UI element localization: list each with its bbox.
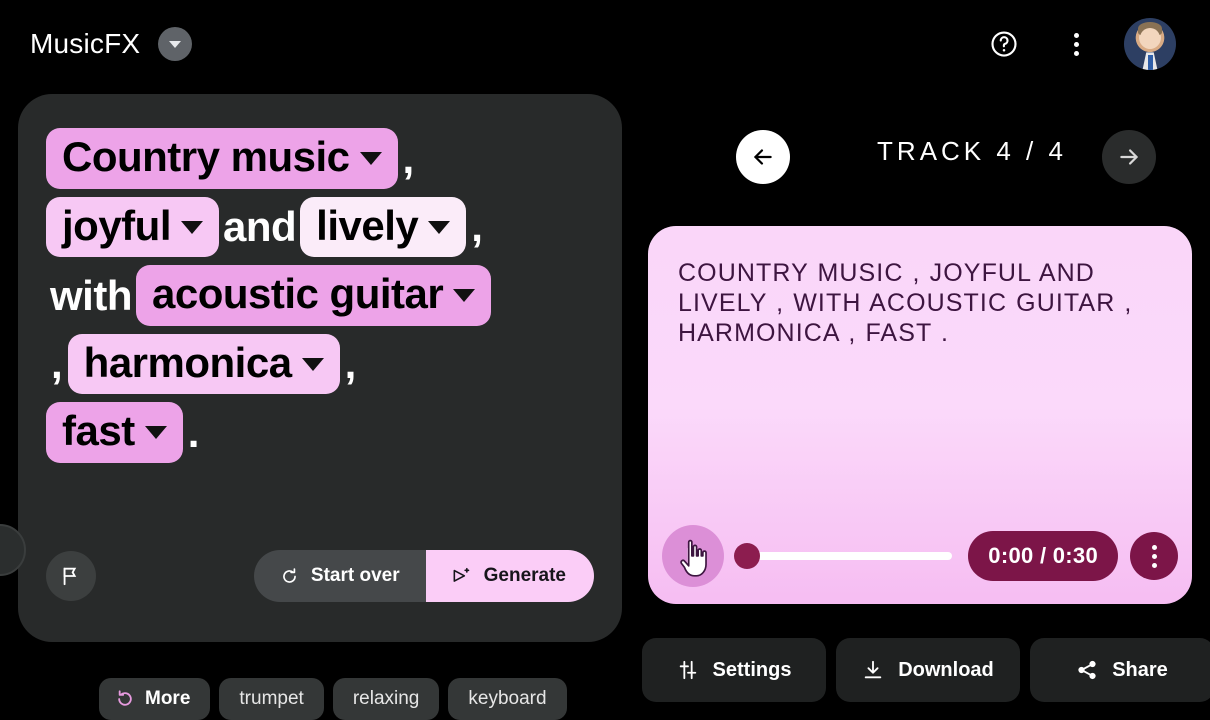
prompt-connector: with [50,271,132,319]
arrow-right-icon [1120,149,1138,165]
prompt-chip-acoustic-guitar[interactable]: acoustic guitar [135,265,492,326]
prompt-chip-harmonica[interactable]: harmonica [67,333,340,395]
suggestion-label: keyboard [468,688,547,709]
chevron-down-icon [144,426,167,440]
prompt-punct: , [51,340,63,388]
settings-label: Settings [712,658,792,681]
share-label: Share [1112,658,1168,681]
prompt-row: , harmonica , [46,333,594,395]
suggestion-chip-keyboard[interactable]: keyboard [448,678,567,720]
start-over-button[interactable]: Start over [253,550,426,602]
chip-label: joyful [62,201,172,249]
prompt-punct: , [471,203,483,251]
chevron-down-icon [428,220,451,234]
prompt-card: Country music , joyful and lively , with [18,94,622,642]
audio-player: 0:00 / 0:30 [662,524,1178,588]
chip-label: Country music [62,133,350,180]
prompt-chip-lively[interactable]: lively [300,196,467,258]
share-button[interactable]: Share [1030,638,1210,702]
prompt-button-group: Start over Generate [253,550,594,602]
start-over-label: Start over [310,565,400,586]
suggestion-chip-relaxing[interactable]: relaxing [332,678,440,720]
progress-track [756,552,953,560]
prompt-row: Country music , [46,128,594,189]
prompt-row: with acoustic guitar [46,265,594,326]
avatar-tie [1147,55,1154,70]
refresh-icon [283,567,296,583]
tune-icon [679,660,696,680]
brand-dropdown-button[interactable] [158,27,193,61]
chevron-down-icon [301,357,324,371]
app-title: MusicFX [30,28,141,59]
prompt-row: fast . [46,402,594,463]
track-navigation: TRACK 4 / 4 [736,130,1156,184]
prompt-punct: , [344,340,357,388]
progress-slider[interactable] [734,543,953,569]
next-track-button[interactable] [1102,130,1156,184]
prompt-punct: . [187,408,200,456]
avatar-face [1139,28,1161,50]
prompt-chip-joyful[interactable]: joyful [46,196,219,258]
download-icon [864,660,882,679]
help-circle-icon [991,31,1017,57]
track-counter: TRACK 4 / 4 [877,136,1067,166]
play-icon [687,547,701,565]
share-icon [1078,660,1096,680]
chevron-down-icon [169,40,182,48]
brand: MusicFX [30,26,193,62]
prompt-row: joyful and lively , [46,196,594,258]
prompt-chip-country-music[interactable]: Country music [46,128,398,189]
prompt-chip-fast[interactable]: fast [46,402,183,463]
prompt-punct: , [402,134,415,182]
chip-label: fast [62,407,135,455]
suggestion-label: relaxing [352,688,420,709]
header-actions [980,18,1176,70]
track-overflow-button[interactable] [1130,532,1178,580]
suggestion-label: trumpet [239,688,304,709]
chip-label: acoustic guitar [151,270,444,318]
progress-thumb[interactable] [734,543,760,569]
suggestion-more-button[interactable]: More [99,678,211,720]
generate-label: Generate [483,565,566,586]
send-sparkle-icon [453,567,469,582]
track-action-buttons: Settings Download Share [642,638,1210,702]
download-label: Download [898,658,994,681]
settings-button[interactable]: Settings [642,638,826,702]
flag-icon [63,567,77,586]
musicfx-app: MusicFX Country music , joyful and livel… [0,0,1210,720]
arrow-left-icon [754,149,772,165]
chevron-down-icon [359,152,382,166]
overflow-menu-button[interactable] [1052,20,1100,68]
more-vertical-icon [1073,32,1079,56]
help-button[interactable] [980,20,1028,68]
chip-label: lively [316,201,419,249]
more-vertical-icon [1151,544,1157,568]
track-card: COUNTRY MUSIC , JOYFUL AND LIVELY , WITH… [648,226,1192,604]
prompt-connector: and [223,203,297,251]
suggestion-more-label: More [145,688,191,709]
chevron-down-icon [181,220,203,234]
prompt-card-actions: Start over Generate [46,550,594,602]
time-display: 0:00 / 0:30 [968,531,1118,581]
prompt-token-list: Country music , joyful and lively , with [46,128,594,471]
suggestion-chip-trumpet[interactable]: trumpet [219,678,324,720]
avatar[interactable] [1124,18,1176,70]
play-button[interactable] [662,525,724,587]
generate-button[interactable]: Generate [425,550,594,602]
report-flag-button[interactable] [46,551,96,601]
previous-track-button[interactable] [736,130,790,184]
refresh-cw-icon [118,690,132,706]
chevron-down-icon [453,289,476,303]
suggestion-chips: More trumpet relaxing keyboard [99,678,567,720]
download-button[interactable]: Download [836,638,1020,702]
track-prompt-text: COUNTRY MUSIC , JOYFUL AND LIVELY , WITH… [678,259,1133,347]
app-header: MusicFX [0,0,1210,88]
chip-label: harmonica [83,338,292,386]
